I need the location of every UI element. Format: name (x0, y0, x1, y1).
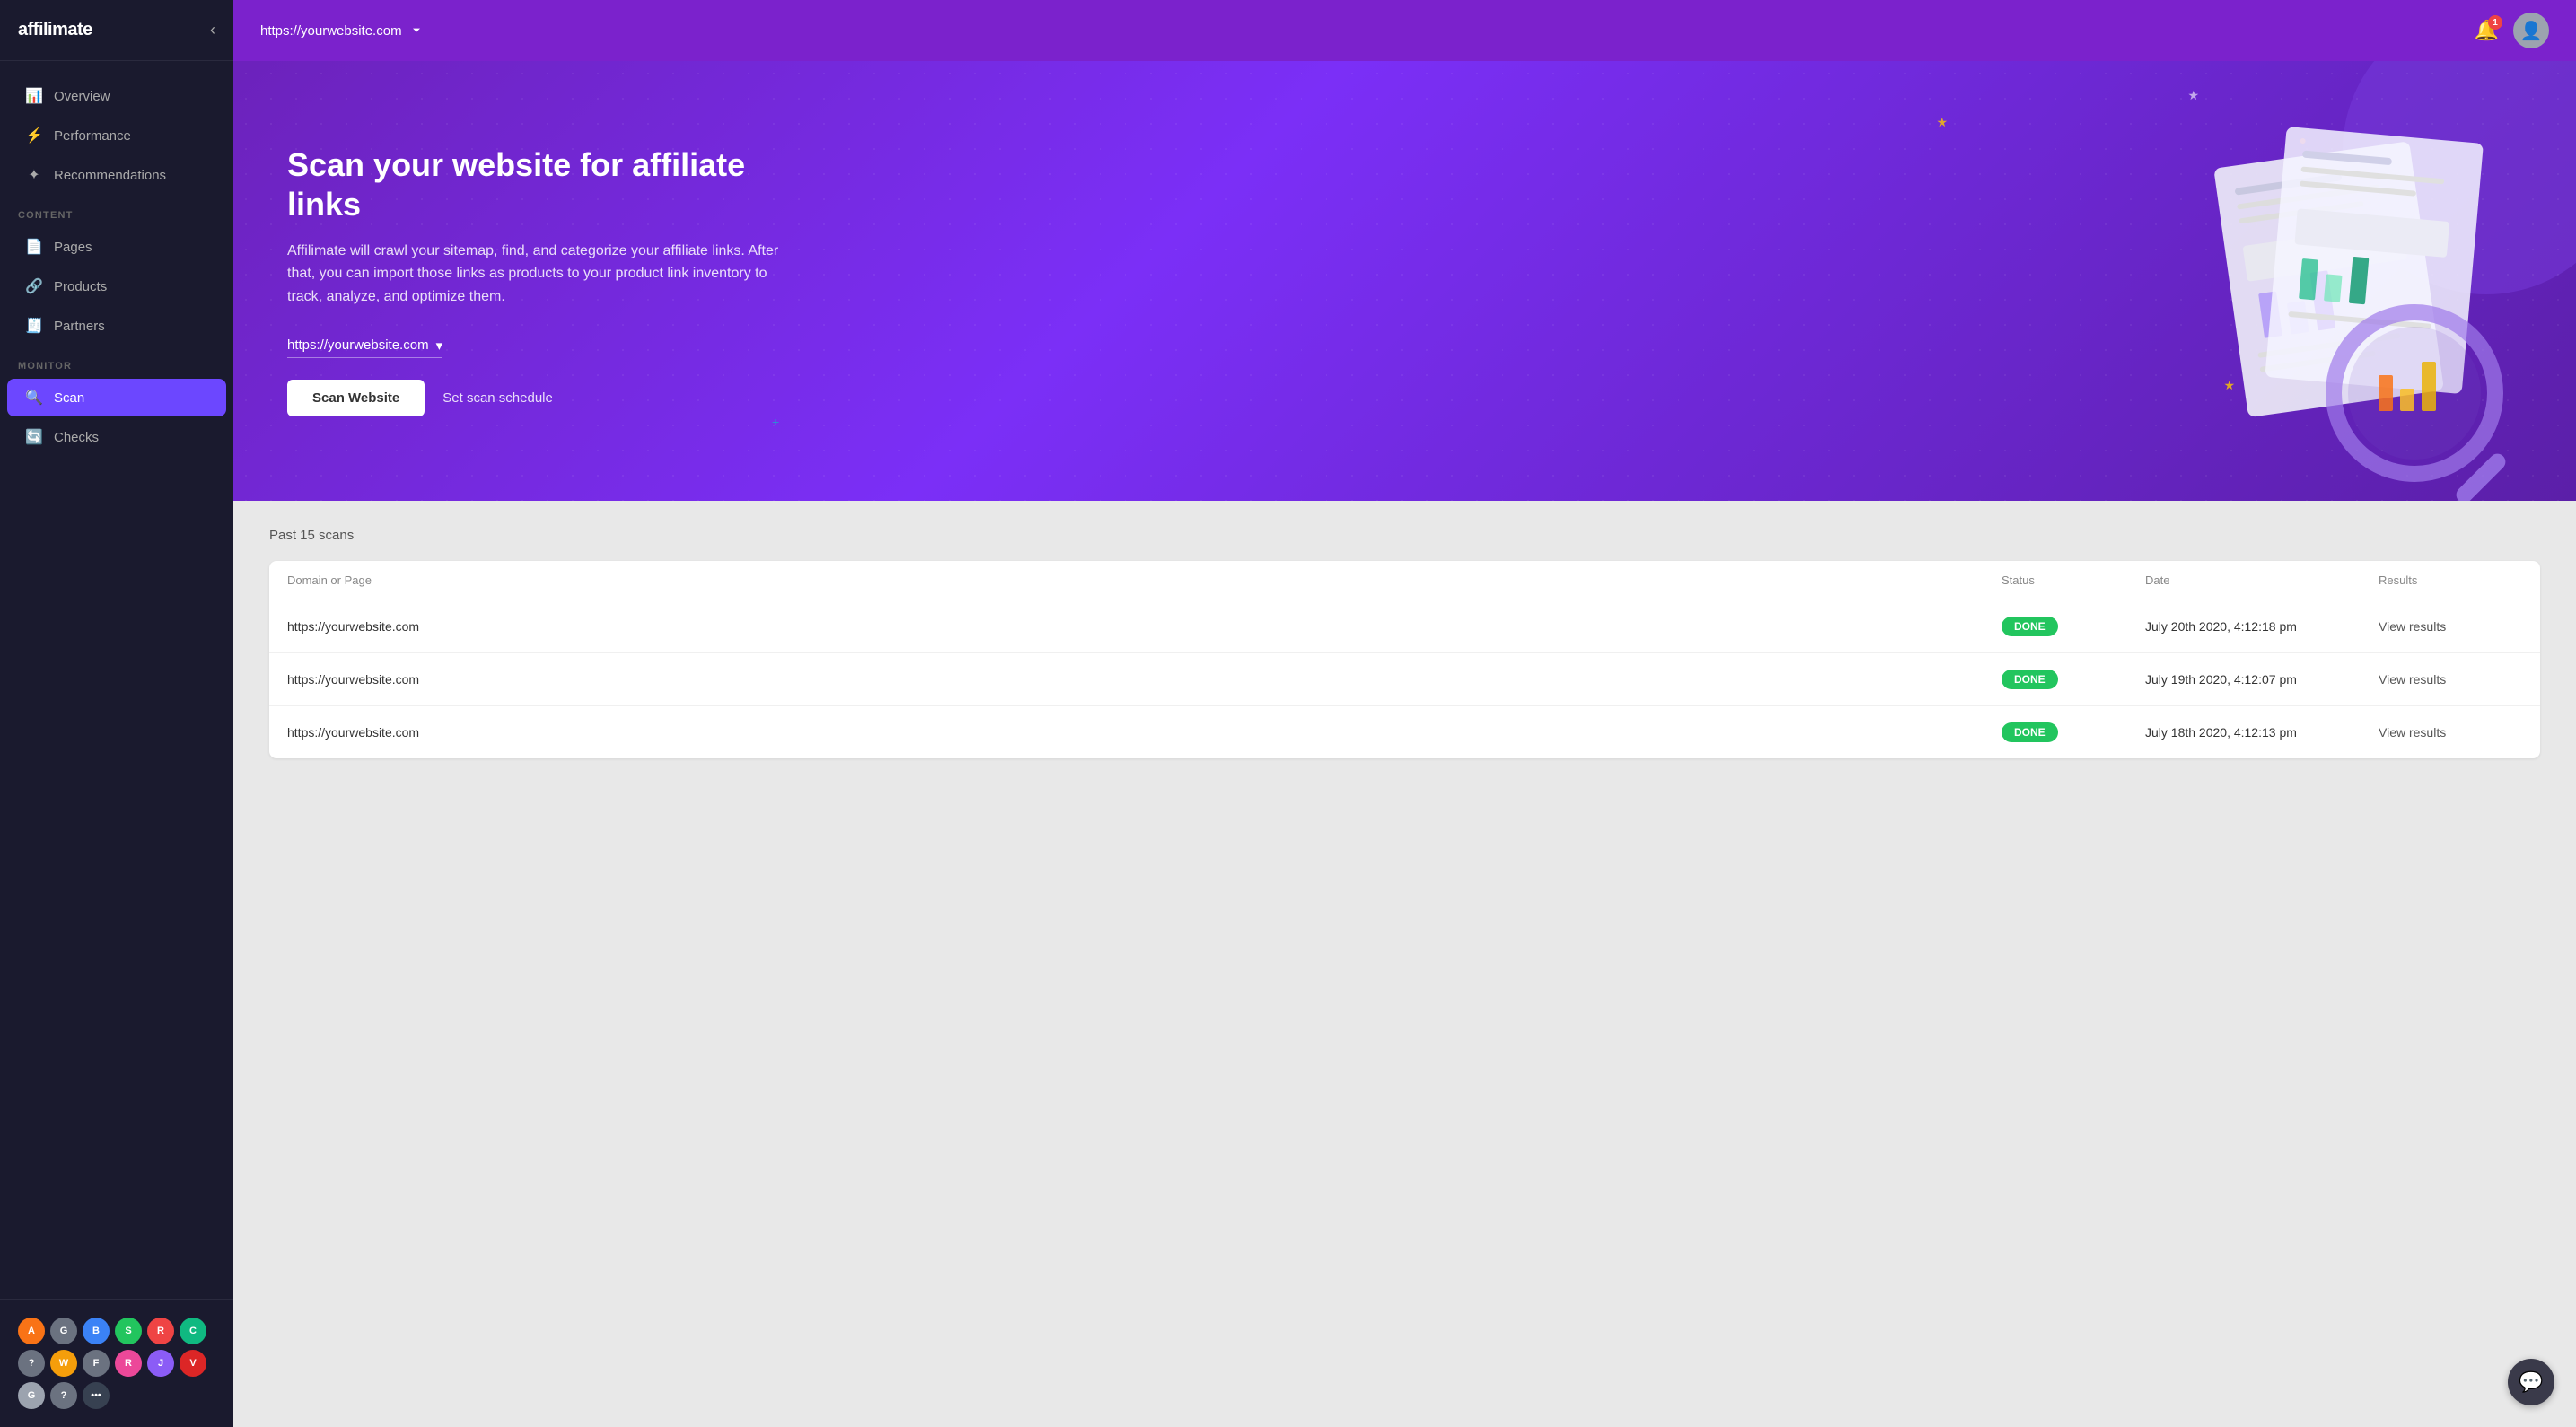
partner-icon-13[interactable]: ? (50, 1382, 77, 1409)
status-badge: DONE (2002, 722, 2145, 742)
hero-chevron-icon: ▾ (436, 337, 443, 354)
notification-button[interactable]: 🔔 1 (2475, 19, 2499, 42)
star-decoration: ★ (1936, 115, 1948, 130)
table-row: https://yourwebsite.com DONE July 19th 2… (269, 653, 2540, 706)
hero-illustration (2181, 124, 2522, 501)
chevron-down-icon (409, 23, 424, 38)
scan-domain: https://yourwebsite.com (287, 672, 2002, 687)
status-badge: DONE (2002, 670, 2145, 689)
hero-description: Affilimate will crawl your sitemap, find… (287, 240, 790, 309)
partner-icon-7[interactable]: W (50, 1350, 77, 1377)
sidebar-item-performance[interactable]: ⚡ Performance (7, 117, 226, 154)
hero-section: ★ ★ + ★ ● Scan your website for affiliat… (233, 61, 2576, 501)
scans-table: Domain or Page Status Date Results https… (269, 561, 2540, 758)
collapse-button[interactable]: ‹ (210, 21, 215, 39)
col-domain: Domain or Page (287, 573, 2002, 587)
pages-icon: 📄 (25, 238, 43, 256)
sidebar-item-overview[interactable]: 📊 Overview (7, 77, 226, 115)
sidebar-item-label: Pages (54, 240, 92, 255)
set-scan-schedule-button[interactable]: Set scan schedule (442, 390, 553, 406)
sidebar-item-label: Products (54, 279, 107, 294)
partner-icons-grid: AGBSRC?WFRJVG?••• (9, 1310, 224, 1416)
sidebar-item-products[interactable]: 🔗 Products (7, 267, 226, 305)
scan-date: July 19th 2020, 4:12:07 pm (2145, 672, 2379, 687)
hero-content: Scan your website for affiliate links Af… (287, 145, 790, 416)
notification-badge: 1 (2488, 15, 2502, 30)
sidebar-item-label: Performance (54, 128, 131, 144)
sidebar-item-checks[interactable]: 🔄 Checks (7, 418, 226, 456)
chat-button[interactable]: 💬 (2508, 1359, 2554, 1405)
partner-icon-3[interactable]: S (115, 1318, 142, 1344)
partner-icon-11[interactable]: V (180, 1350, 206, 1377)
partner-icon-0[interactable]: A (18, 1318, 45, 1344)
url-selector[interactable]: https://yourwebsite.com (260, 23, 424, 39)
recommendations-icon: ✦ (25, 166, 43, 184)
content-section-label: CONTENT (0, 196, 233, 226)
sidebar-item-label: Overview (54, 89, 110, 104)
sidebar-item-scan[interactable]: 🔍 Scan (7, 379, 226, 416)
view-results-link[interactable]: View results (2379, 672, 2522, 687)
avatar[interactable]: 👤 (2513, 13, 2549, 48)
scan-icon: 🔍 (25, 389, 43, 407)
partner-icon-4[interactable]: R (147, 1318, 174, 1344)
sidebar: affilimate ‹ 📊 Overview ⚡ Performance ✦ … (0, 0, 233, 1427)
scans-title: Past 15 scans (269, 528, 2540, 543)
partners-icon: 🧾 (25, 317, 43, 335)
products-icon: 🔗 (25, 277, 43, 295)
col-date: Date (2145, 573, 2379, 587)
url-selector-text: https://yourwebsite.com (260, 23, 402, 39)
partner-icon-2[interactable]: B (83, 1318, 110, 1344)
scan-date: July 20th 2020, 4:12:18 pm (2145, 619, 2379, 634)
scan-rows-container: https://yourwebsite.com DONE July 20th 2… (269, 600, 2540, 758)
sidebar-item-recommendations[interactable]: ✦ Recommendations (7, 156, 226, 194)
checks-icon: 🔄 (25, 428, 43, 446)
main-content: https://yourwebsite.com 🔔 1 👤 ★ ★ + ★ ● … (233, 0, 2576, 1427)
logo: affilimate (18, 20, 92, 40)
scan-date: July 18th 2020, 4:12:13 pm (2145, 725, 2379, 740)
table-header: Domain or Page Status Date Results (269, 561, 2540, 600)
scan-website-button[interactable]: Scan Website (287, 380, 425, 416)
table-row: https://yourwebsite.com DONE July 20th 2… (269, 600, 2540, 653)
partner-icon-9[interactable]: R (115, 1350, 142, 1377)
partner-icon-5[interactable]: C (180, 1318, 206, 1344)
view-results-link[interactable]: View results (2379, 619, 2522, 634)
col-results: Results (2379, 573, 2522, 587)
sidebar-item-partners[interactable]: 🧾 Partners (7, 307, 226, 345)
sidebar-logo: affilimate ‹ (0, 0, 233, 61)
scan-domain: https://yourwebsite.com (287, 619, 2002, 634)
partner-icon-10[interactable]: J (147, 1350, 174, 1377)
hero-url-select[interactable]: https://yourwebsite.com ▾ (287, 337, 442, 358)
star-decoration: ★ (2187, 88, 2199, 103)
view-results-link[interactable]: View results (2379, 725, 2522, 740)
top-bar-right: 🔔 1 👤 (2475, 13, 2549, 48)
sidebar-partner-section: AGBSRC?WFRJVG?••• (0, 1299, 233, 1427)
hero-url-text: https://yourwebsite.com (287, 337, 429, 353)
sidebar-nav: 📊 Overview ⚡ Performance ✦ Recommendatio… (0, 61, 233, 472)
partner-icon-1[interactable]: G (50, 1318, 77, 1344)
partner-icon-12[interactable]: G (18, 1382, 45, 1409)
partner-icon-6[interactable]: ? (18, 1350, 45, 1377)
sidebar-item-label: Recommendations (54, 168, 166, 183)
top-bar: https://yourwebsite.com 🔔 1 👤 (233, 0, 2576, 61)
sidebar-item-label: Partners (54, 319, 105, 334)
partner-icon-8[interactable]: F (83, 1350, 110, 1377)
col-status: Status (2002, 573, 2145, 587)
performance-icon: ⚡ (25, 127, 43, 144)
hero-title: Scan your website for affiliate links (287, 145, 790, 223)
sidebar-item-pages[interactable]: 📄 Pages (7, 228, 226, 266)
scan-domain: https://yourwebsite.com (287, 725, 2002, 740)
overview-icon: 📊 (25, 87, 43, 105)
hero-actions: Scan Website Set scan schedule (287, 380, 790, 416)
scans-section: Past 15 scans Domain or Page Status Date… (233, 501, 2576, 1427)
monitor-section-label: MONITOR (0, 346, 233, 377)
sidebar-item-label: Scan (54, 390, 84, 406)
scan-illustration (2181, 124, 2522, 501)
star-decoration: + (772, 415, 779, 429)
table-row: https://yourwebsite.com DONE July 18th 2… (269, 706, 2540, 758)
sidebar-item-label: Checks (54, 430, 99, 445)
status-badge: DONE (2002, 617, 2145, 636)
partner-icon-14[interactable]: ••• (83, 1382, 110, 1409)
